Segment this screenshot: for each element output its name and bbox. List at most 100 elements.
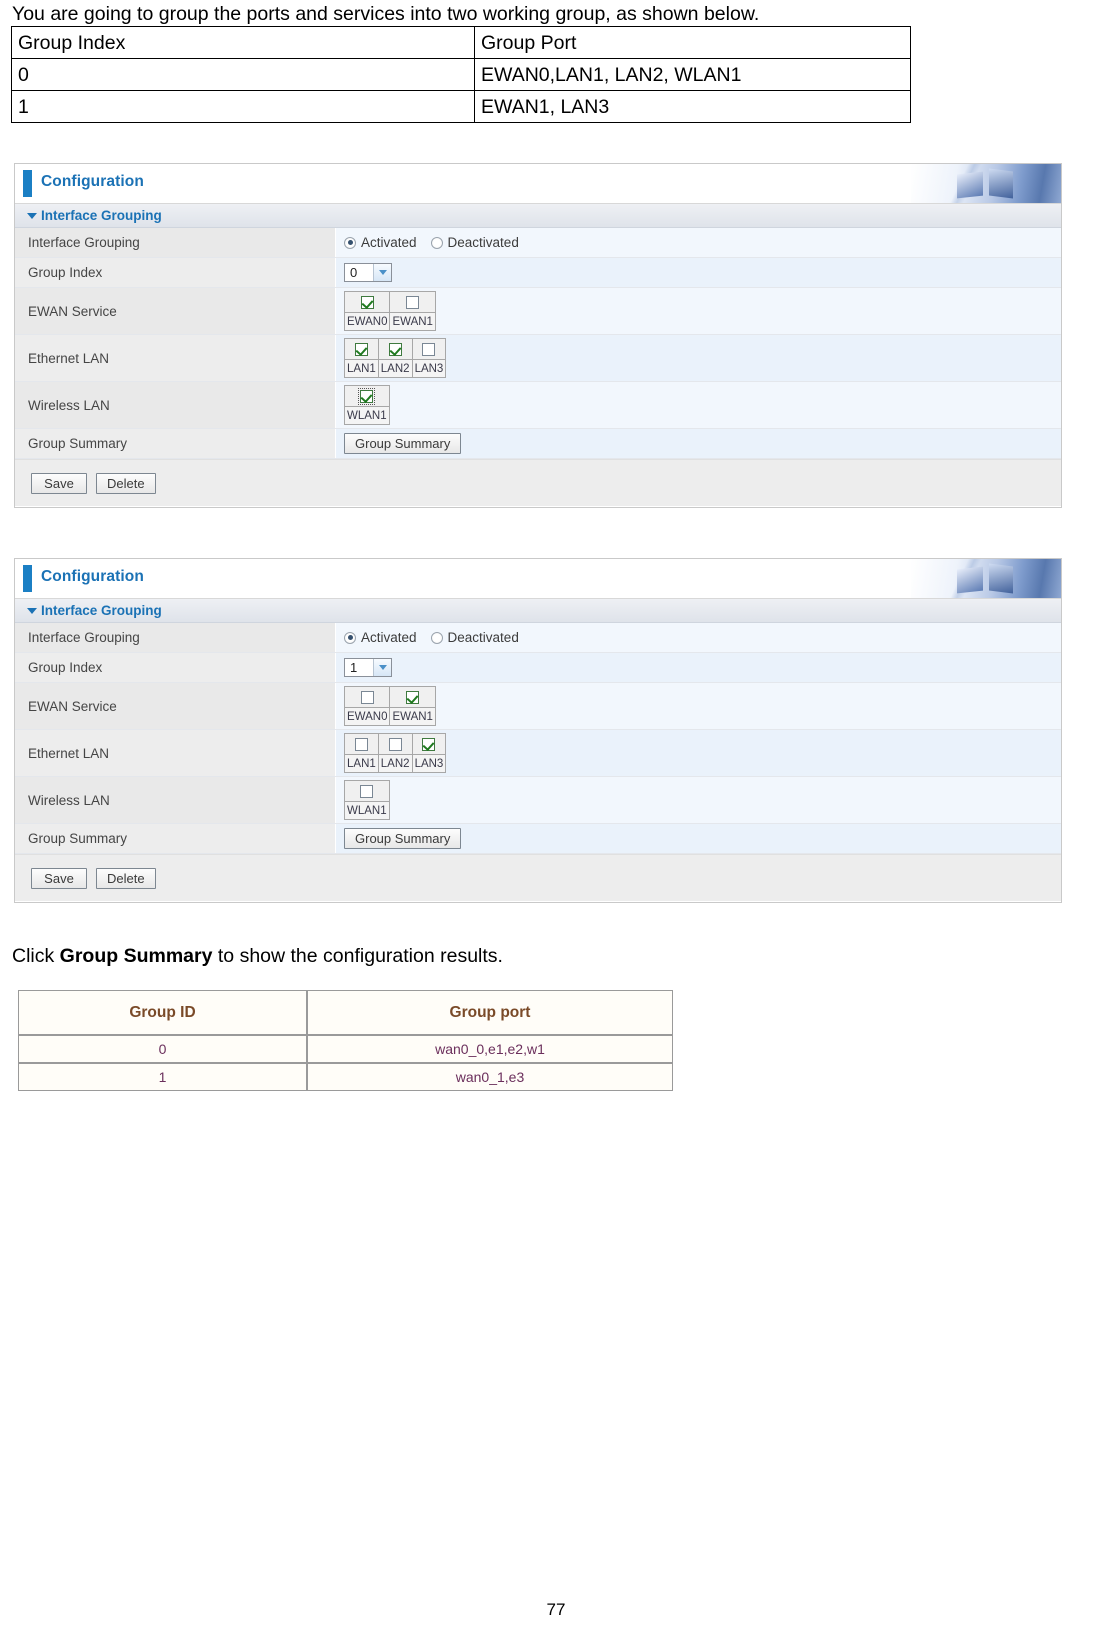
click-bold-term: Group Summary bbox=[59, 945, 213, 967]
port-lan1: LAN1 bbox=[344, 338, 378, 378]
value-ewan-service: EWAN0 EWAN1 bbox=[336, 683, 1061, 729]
label-ewan-service: EWAN Service bbox=[15, 683, 336, 729]
value-wireless-lan: WLAN1 bbox=[336, 777, 1061, 823]
radio-deactivated-label: Deactivated bbox=[447, 630, 519, 645]
delete-button[interactable]: Delete bbox=[96, 867, 156, 889]
checkbox-cell[interactable] bbox=[411, 733, 447, 755]
checkbox-cell[interactable] bbox=[344, 780, 390, 802]
checkbox-lan1[interactable] bbox=[354, 737, 368, 751]
cell-group-index: 1 bbox=[11, 90, 475, 123]
label-ewan-service: EWAN Service bbox=[15, 288, 336, 334]
row-group-summary: Group Summary Group Summary bbox=[15, 429, 1061, 459]
label-group-summary: Group Summary bbox=[15, 429, 336, 458]
accent-bar bbox=[23, 170, 32, 197]
label-group-index: Group Index bbox=[15, 653, 336, 682]
label-wireless-lan: Wireless LAN bbox=[15, 382, 336, 428]
save-button[interactable]: Save bbox=[31, 867, 87, 889]
wlan-port-group: WLAN1 bbox=[344, 780, 390, 820]
checkbox-ewan1[interactable] bbox=[406, 295, 420, 309]
port-ewan0: EWAN0 bbox=[344, 686, 390, 726]
group-summary-button[interactable]: Group Summary bbox=[344, 433, 462, 454]
ewan-port-group: EWAN0 EWAN1 bbox=[344, 686, 436, 726]
radio-deactivated-icon[interactable] bbox=[430, 631, 443, 644]
radio-activated-icon[interactable] bbox=[344, 236, 356, 249]
row-wireless-lan: Wireless LAN WLAN1 bbox=[15, 777, 1061, 824]
checkbox-cell[interactable] bbox=[344, 291, 390, 313]
checkbox-lan3[interactable] bbox=[422, 737, 436, 751]
header-group-port: Group Port bbox=[474, 26, 911, 59]
radio-deactivated[interactable]: Deactivated bbox=[430, 235, 519, 250]
cell-group-port: EWAN1, LAN3 bbox=[474, 90, 911, 123]
group-summary-button[interactable]: Group Summary bbox=[344, 828, 462, 849]
value-group-summary: Group Summary bbox=[336, 824, 1061, 853]
port-label-lan2: LAN2 bbox=[377, 360, 412, 378]
wlan-port-group: WLAN1 bbox=[344, 385, 390, 425]
page-title: Configuration bbox=[41, 568, 144, 585]
group-index-value: 0 bbox=[350, 265, 358, 280]
ewan-port-group: EWAN0 EWAN1 bbox=[344, 291, 436, 331]
checkbox-cell[interactable] bbox=[344, 385, 390, 407]
decorative-banner-image bbox=[911, 559, 1061, 598]
value-group-summary: Group Summary bbox=[336, 429, 1061, 458]
value-interface-grouping: Activated Deactivated bbox=[336, 623, 1061, 652]
delete-button[interactable]: Delete bbox=[96, 472, 156, 494]
port-label-lan1: LAN1 bbox=[344, 360, 378, 378]
radio-deactivated-icon[interactable] bbox=[430, 236, 443, 249]
checkbox-cell[interactable] bbox=[344, 338, 378, 360]
checkbox-wlan1[interactable] bbox=[358, 387, 376, 405]
cell-group-port: wan0_0,e1,e2,w1 bbox=[307, 1035, 673, 1063]
checkbox-cell[interactable] bbox=[344, 733, 378, 755]
panel-header: Configuration bbox=[15, 559, 1061, 599]
lan-port-group: LAN1 LAN2 LAN3 bbox=[344, 733, 447, 773]
checkbox-lan1[interactable] bbox=[354, 342, 368, 356]
save-button[interactable]: Save bbox=[31, 472, 87, 494]
group-summary-results-table: Group ID Group port 0 wan0_0,e1,e2,w1 1 … bbox=[18, 990, 673, 1091]
checkbox-cell[interactable] bbox=[411, 338, 447, 360]
port-label-lan1: LAN1 bbox=[344, 755, 378, 773]
section-header-interface-grouping[interactable]: Interface Grouping bbox=[15, 599, 1061, 623]
value-group-index: 1 bbox=[336, 653, 1061, 682]
click-instruction: Click Group Summary to show the configur… bbox=[12, 944, 503, 968]
checkbox-lan3[interactable] bbox=[422, 342, 436, 356]
group-index-select[interactable]: 0 bbox=[344, 263, 392, 282]
port-label-ewan1: EWAN1 bbox=[389, 708, 436, 726]
checkbox-wlan1[interactable] bbox=[360, 784, 374, 798]
label-interface-grouping: Interface Grouping bbox=[15, 623, 336, 652]
label-ethernet-lan: Ethernet LAN bbox=[15, 335, 336, 381]
configuration-panel-group0: Configuration Interface Grouping Interfa… bbox=[14, 163, 1062, 508]
cell-group-id: 1 bbox=[18, 1063, 307, 1091]
value-ewan-service: EWAN0 EWAN1 bbox=[336, 288, 1061, 334]
checkbox-ewan1[interactable] bbox=[406, 690, 420, 704]
radio-activated[interactable]: Activated bbox=[344, 235, 417, 250]
label-ethernet-lan: Ethernet LAN bbox=[15, 730, 336, 776]
checkbox-ewan0[interactable] bbox=[360, 690, 374, 704]
radio-deactivated[interactable]: Deactivated bbox=[430, 630, 519, 645]
radio-deactivated-label: Deactivated bbox=[447, 235, 519, 250]
accent-bar bbox=[23, 565, 32, 592]
chevron-down-icon[interactable] bbox=[373, 659, 391, 676]
checkbox-ewan0[interactable] bbox=[360, 295, 374, 309]
chevron-down-icon[interactable] bbox=[373, 264, 391, 281]
value-group-index: 0 bbox=[336, 258, 1061, 287]
port-ewan1: EWAN1 bbox=[389, 291, 436, 331]
checkbox-lan2[interactable] bbox=[388, 737, 402, 751]
radio-activated-icon[interactable] bbox=[344, 631, 356, 644]
label-group-index: Group Index bbox=[15, 258, 336, 287]
radio-activated[interactable]: Activated bbox=[344, 630, 417, 645]
chevron-down-icon bbox=[27, 607, 37, 614]
checkbox-cell[interactable] bbox=[377, 733, 412, 755]
checkbox-cell[interactable] bbox=[377, 338, 412, 360]
header-group-index: Group Index bbox=[11, 26, 475, 59]
checkbox-cell[interactable] bbox=[389, 291, 436, 313]
checkbox-lan2[interactable] bbox=[388, 342, 402, 356]
port-lan3: LAN3 bbox=[411, 338, 447, 378]
cell-group-port: wan0_1,e3 bbox=[307, 1063, 673, 1091]
section-header-interface-grouping[interactable]: Interface Grouping bbox=[15, 204, 1061, 228]
port-ewan1: EWAN1 bbox=[389, 686, 436, 726]
checkbox-cell[interactable] bbox=[389, 686, 436, 708]
group-plan-table: Group Index Group Port 0 EWAN0,LAN1, LAN… bbox=[11, 26, 911, 123]
table-row: 1 wan0_1,e3 bbox=[18, 1063, 673, 1091]
group-index-select[interactable]: 1 bbox=[344, 658, 392, 677]
checkbox-cell[interactable] bbox=[344, 686, 390, 708]
port-label-wlan1: WLAN1 bbox=[344, 407, 390, 425]
